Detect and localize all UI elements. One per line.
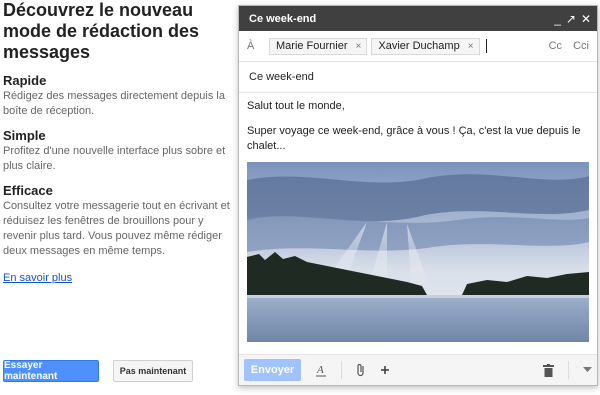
chevron-down-icon[interactable] bbox=[583, 367, 592, 373]
recipient-name: Marie Fournier bbox=[276, 40, 348, 52]
format-text-icon[interactable]: A bbox=[315, 363, 327, 377]
compose-window: Ce week-end _ ↗ ✕ À Marie Fournier × Xav… bbox=[238, 5, 598, 386]
toolbar-divider bbox=[568, 361, 569, 379]
trash-icon[interactable] bbox=[543, 363, 554, 377]
try-now-button[interactable]: Essayer maintenant bbox=[3, 360, 99, 382]
remove-recipient-icon[interactable]: × bbox=[468, 41, 474, 52]
recipient-name: Xavier Duchamp bbox=[378, 40, 460, 52]
text-cursor bbox=[485, 39, 487, 53]
plus-icon[interactable] bbox=[380, 365, 390, 375]
feature-rapide: Rapide Rédigez des messages directement … bbox=[3, 73, 231, 119]
message-body[interactable]: Salut tout le monde, Super voyage ce wee… bbox=[239, 93, 597, 342]
recipient-chip[interactable]: Xavier Duchamp × bbox=[371, 37, 480, 55]
learn-more-link[interactable]: En savoir plus bbox=[3, 272, 72, 284]
feature-title: Efficace bbox=[3, 183, 53, 198]
lake-photo bbox=[247, 162, 589, 342]
feature-efficace: Efficace Consultez votre messagerie tout… bbox=[3, 183, 231, 259]
remove-recipient-icon[interactable]: × bbox=[356, 41, 362, 52]
subject-field[interactable]: Ce week-end bbox=[239, 62, 597, 93]
promo-panel: Découvrez le nouveau mode de rédaction d… bbox=[3, 0, 231, 286]
feature-title: Simple bbox=[3, 128, 46, 143]
send-button[interactable]: Envoyer bbox=[244, 359, 301, 381]
to-label: À bbox=[247, 40, 255, 52]
toolbar-right bbox=[529, 361, 592, 379]
compose-titlebar[interactable]: Ce week-end _ ↗ ✕ bbox=[239, 6, 597, 31]
toolbar-divider bbox=[341, 361, 342, 379]
minimize-icon[interactable]: _ bbox=[554, 13, 561, 25]
feature-simple: Simple Profitez d'une nouvelle interface… bbox=[3, 128, 231, 174]
attach-icon[interactable] bbox=[356, 363, 366, 377]
compose-toolbar: Envoyer A bbox=[239, 354, 597, 385]
svg-text:A: A bbox=[316, 364, 324, 376]
bcc-link[interactable]: Cci bbox=[573, 40, 589, 52]
compose-title: Ce week-end bbox=[249, 12, 317, 25]
cc-link[interactable]: Cc bbox=[549, 40, 562, 52]
body-text: Super voyage ce week-end, grâce à vous !… bbox=[247, 125, 581, 152]
recipients-row[interactable]: À Marie Fournier × Xavier Duchamp × Cc C… bbox=[239, 31, 597, 62]
popout-icon[interactable]: ↗ bbox=[566, 13, 576, 25]
close-icon[interactable]: ✕ bbox=[581, 13, 591, 25]
feature-desc: Profitez d'une nouvelle interface plus s… bbox=[3, 145, 226, 172]
feature-title: Rapide bbox=[3, 73, 47, 88]
recipient-chip[interactable]: Marie Fournier × bbox=[269, 37, 368, 55]
body-greeting: Salut tout le monde, bbox=[247, 100, 345, 112]
not-now-button[interactable]: Pas maintenant bbox=[113, 360, 193, 382]
feature-desc: Consultez votre messagerie tout en écriv… bbox=[3, 200, 230, 257]
cc-links: Cc Cci bbox=[541, 40, 589, 52]
promo-headline: Découvrez le nouveau mode de rédaction d… bbox=[3, 0, 200, 62]
feature-desc: Rédigez des messages directement depuis … bbox=[3, 90, 225, 117]
